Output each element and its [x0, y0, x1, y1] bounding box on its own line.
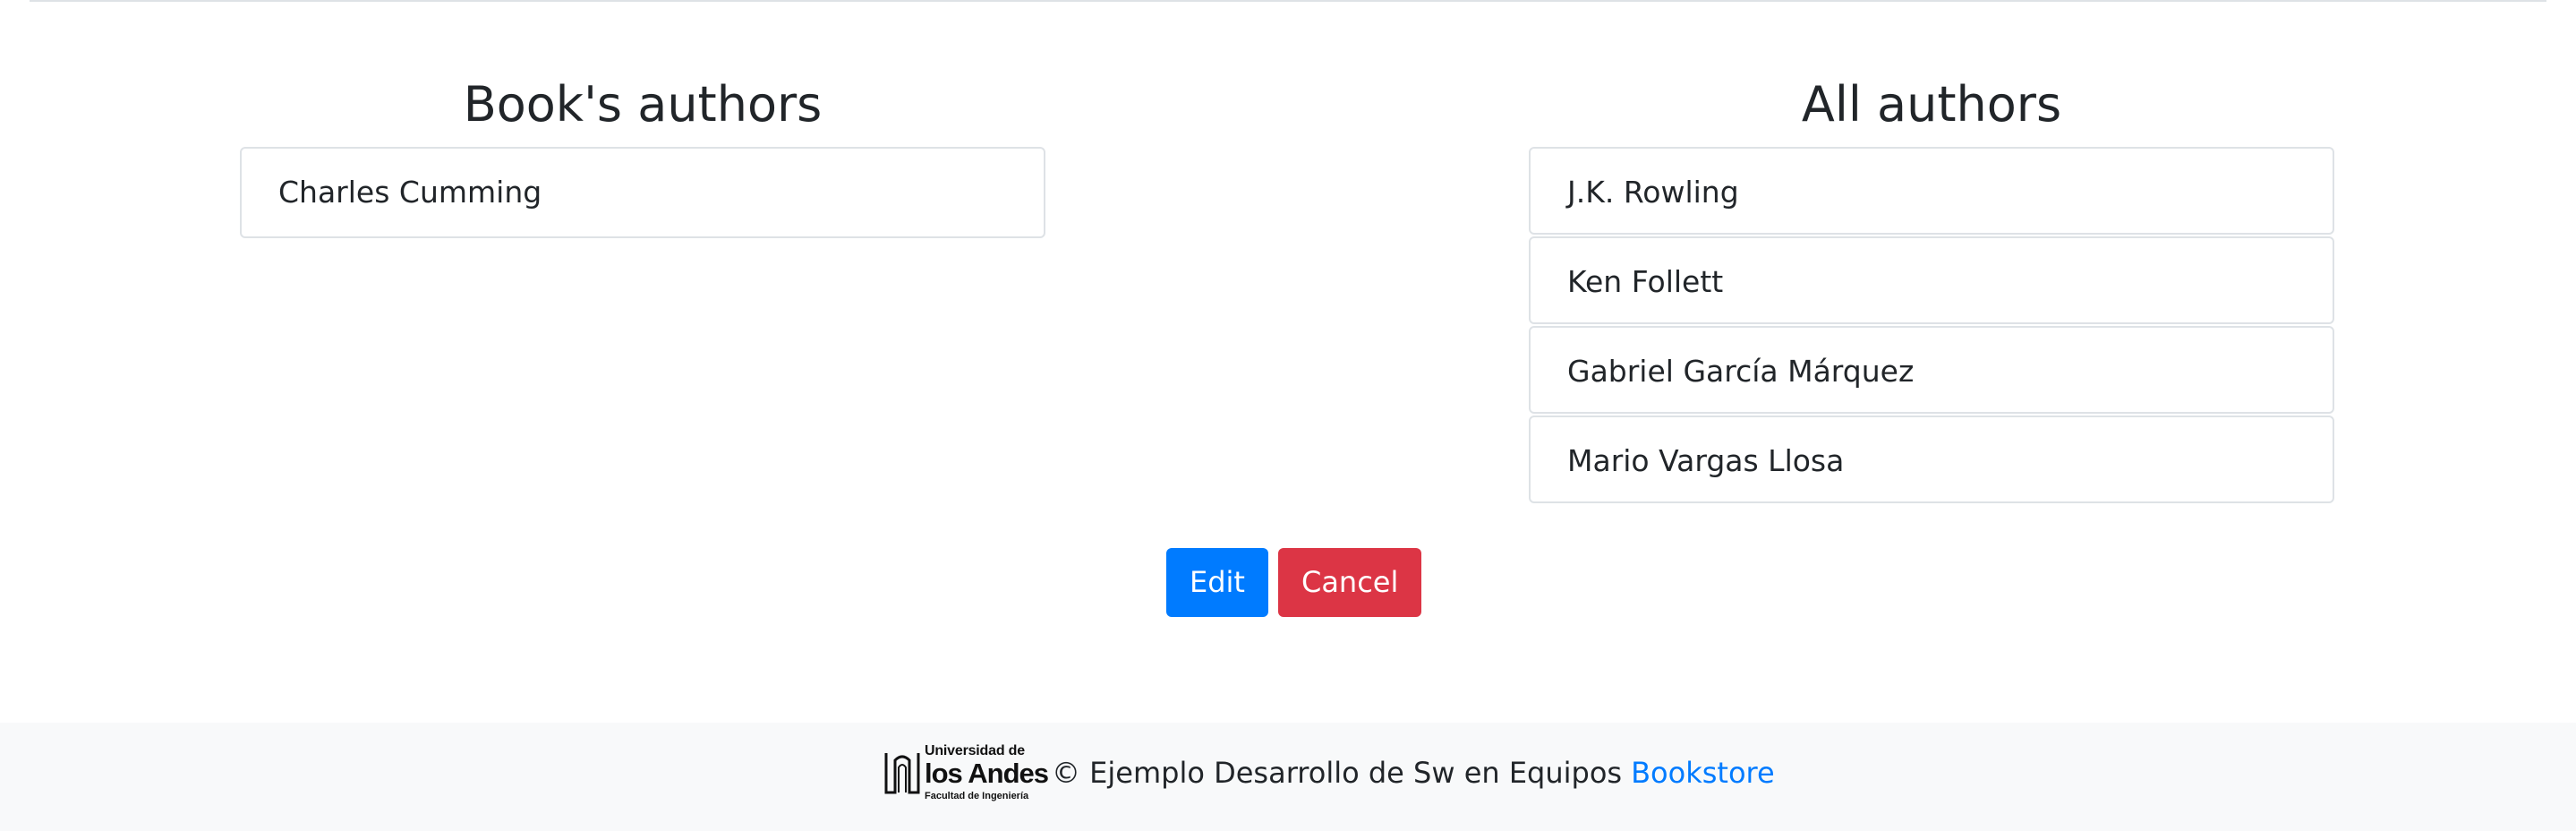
- all-authors-list: J.K. Rowling Ken Follett Gabriel García …: [1529, 147, 2334, 503]
- author-item-follett[interactable]: Ken Follett: [1529, 236, 2334, 324]
- author-item-garcia-marquez[interactable]: Gabriel García Márquez: [1529, 326, 2334, 414]
- logo-line-university: Universidad de: [925, 743, 1025, 758]
- cancel-button[interactable]: Cancel: [1277, 548, 1422, 617]
- book-author-item[interactable]: Charles Cumming: [242, 149, 1044, 236]
- bookstore-link[interactable]: Bookstore: [1631, 756, 1775, 790]
- top-divider: [30, 0, 2546, 2]
- page: Book's authors Charles Cumming All autho…: [0, 0, 2576, 831]
- footer-copyright: © Ejemplo Desarrollo de Sw en Equipos: [1052, 756, 1623, 790]
- university-logo: Universidad de los Andes Facultad de Ing…: [883, 739, 1049, 807]
- book-authors-list: Charles Cumming: [240, 147, 1045, 238]
- form-actions: Edit Cancel: [1166, 548, 1422, 617]
- all-authors-title: All authors: [1801, 76, 2062, 133]
- edit-button[interactable]: Edit: [1166, 548, 1268, 617]
- logo-line-los-andes: los Andes: [925, 758, 1049, 789]
- book-authors-panel: Book's authors Charles Cumming: [240, 72, 1045, 238]
- book-authors-title: Book's authors: [463, 76, 823, 133]
- logo-text: Universidad de los Andes Facultad de Ing…: [925, 743, 1049, 801]
- logo-line-faculty: Facultad de Ingeniería: [925, 791, 1029, 801]
- footer: Universidad de los Andes Facultad de Ing…: [0, 723, 2576, 831]
- all-authors-panel: All authors J.K. Rowling Ken Follett Gab…: [1529, 72, 2334, 505]
- author-item-rowling[interactable]: J.K. Rowling: [1529, 147, 2334, 235]
- uniandes-emblem-icon: [884, 753, 920, 794]
- footer-content: Universidad de los Andes Facultad de Ing…: [883, 739, 1775, 807]
- author-item-vargas-llosa[interactable]: Mario Vargas Llosa: [1529, 416, 2334, 503]
